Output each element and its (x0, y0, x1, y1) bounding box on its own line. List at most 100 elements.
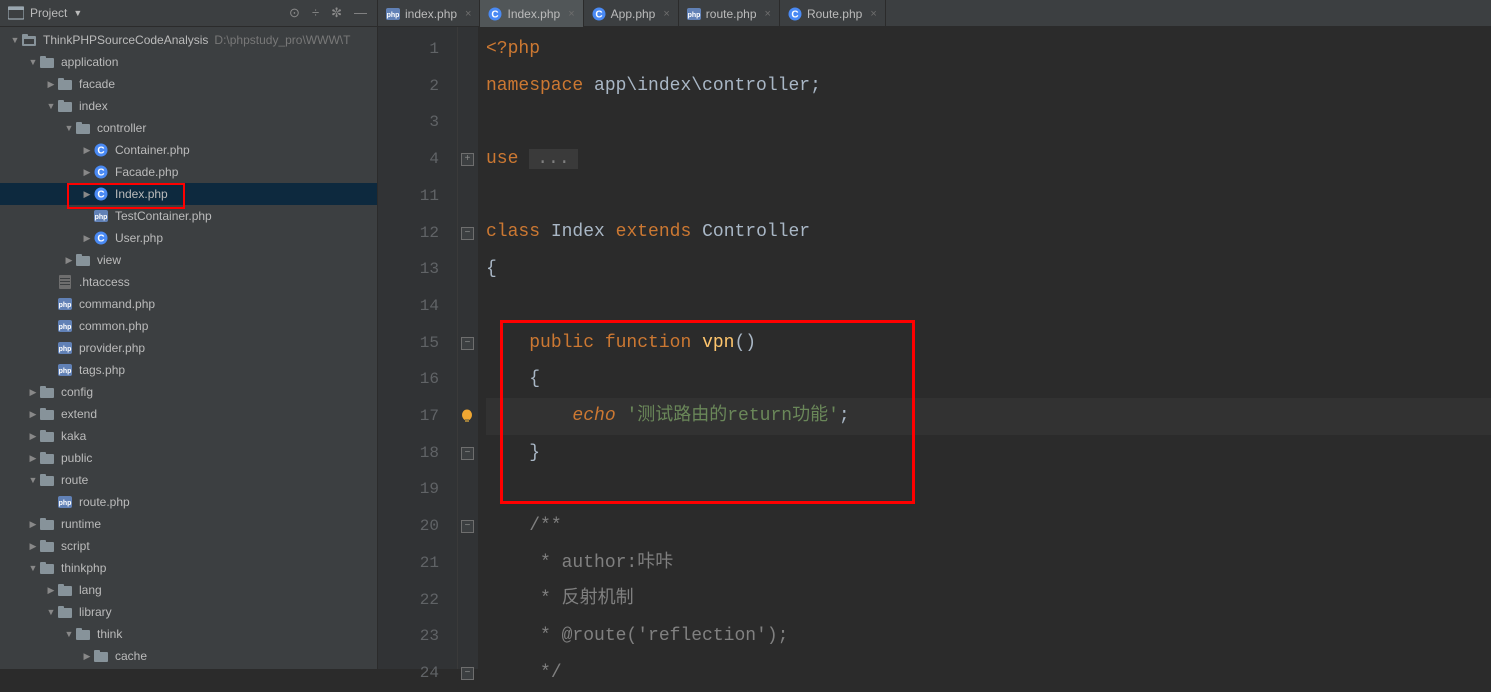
expand-arrow-icon[interactable] (80, 233, 94, 244)
project-tree[interactable]: ThinkPHPSourceCodeAnalysisD:\phpstudy_pr… (0, 27, 378, 669)
expand-arrow-icon[interactable] (26, 519, 40, 530)
fold-marker[interactable]: + (461, 153, 474, 166)
expand-arrow-icon[interactable] (62, 123, 76, 133)
code-line[interactable]: echo '测试路由的return功能'; (486, 398, 1491, 435)
expand-arrow-icon[interactable] (80, 651, 94, 662)
tree-item-command-php[interactable]: command.php (0, 293, 377, 315)
tab-Index-php[interactable]: Index.php× (480, 0, 583, 27)
code-line[interactable] (486, 288, 1491, 325)
close-icon[interactable]: × (663, 8, 669, 20)
expand-arrow-icon[interactable] (26, 431, 40, 442)
close-icon[interactable]: × (870, 8, 876, 20)
tree-item-label: config (61, 385, 93, 399)
code-line[interactable] (486, 471, 1491, 508)
tree-item-script[interactable]: script (0, 535, 377, 557)
tree-item-library[interactable]: library (0, 601, 377, 623)
code-line[interactable] (486, 104, 1491, 141)
tree-item-public[interactable]: public (0, 447, 377, 469)
expand-arrow-icon[interactable] (44, 607, 58, 617)
collapse-icon[interactable]: ÷ (312, 5, 319, 21)
project-tool-header[interactable]: Project ▼ ⊙ ÷ ✼ — (0, 0, 378, 27)
code-line[interactable]: { (486, 251, 1491, 288)
class-icon (788, 7, 802, 21)
tree-item-common-php[interactable]: common.php (0, 315, 377, 337)
expand-arrow-icon[interactable] (80, 145, 94, 156)
code-line[interactable]: * @route('reflection'); (486, 618, 1491, 655)
locate-icon[interactable]: ⊙ (289, 5, 300, 21)
fold-marker[interactable]: − (461, 337, 474, 350)
expand-arrow-icon[interactable] (26, 387, 40, 398)
tree-item-tags-php[interactable]: tags.php (0, 359, 377, 381)
tree-item-User-php[interactable]: User.php (0, 227, 377, 249)
code-area[interactable]: <?phpnamespace app\index\controller; use… (478, 27, 1491, 669)
tree-item-kaka[interactable]: kaka (0, 425, 377, 447)
tree-item-facade[interactable]: facade (0, 73, 377, 95)
expand-arrow-icon[interactable] (26, 57, 40, 67)
expand-arrow-icon[interactable] (62, 255, 76, 266)
tree-item-ThinkPHPSourceCodeAnalysis[interactable]: ThinkPHPSourceCodeAnalysisD:\phpstudy_pr… (0, 29, 377, 51)
code-line[interactable] (486, 178, 1491, 215)
tab-index-php[interactable]: index.php× (378, 0, 480, 27)
expand-arrow-icon[interactable] (44, 101, 58, 111)
tree-item-config[interactable]: config (0, 381, 377, 403)
gear-icon[interactable]: ✼ (331, 5, 342, 21)
close-icon[interactable]: × (465, 8, 471, 20)
tree-item-label: route.php (79, 495, 130, 509)
code-line[interactable]: */ (486, 655, 1491, 692)
expand-arrow-icon[interactable] (26, 409, 40, 420)
code-line[interactable]: namespace app\index\controller; (486, 68, 1491, 105)
tree-item-Container-php[interactable]: Container.php (0, 139, 377, 161)
close-icon[interactable]: × (765, 8, 771, 20)
expand-arrow-icon[interactable] (8, 35, 22, 45)
tree-item--htaccess[interactable]: .htaccess (0, 271, 377, 293)
expand-arrow-icon[interactable] (26, 541, 40, 552)
tree-item-runtime[interactable]: runtime (0, 513, 377, 535)
code-line[interactable]: class Index extends Controller (486, 214, 1491, 251)
tab-App-php[interactable]: App.php× (584, 0, 679, 27)
dir-icon (40, 385, 56, 399)
line-number: 11 (378, 178, 439, 215)
code-line[interactable]: * author:咔咔 (486, 545, 1491, 582)
fold-marker[interactable]: − (461, 447, 474, 460)
fold-marker[interactable]: − (461, 227, 474, 240)
tree-item-controller[interactable]: controller (0, 117, 377, 139)
tree-item-cache[interactable]: cache (0, 645, 377, 667)
tree-item-route-php[interactable]: route.php (0, 491, 377, 513)
expand-arrow-icon[interactable] (44, 79, 58, 90)
expand-arrow-icon[interactable] (44, 585, 58, 596)
fold-marker[interactable]: − (461, 520, 474, 533)
dir-icon (94, 649, 110, 663)
expand-arrow-icon[interactable] (80, 189, 94, 200)
code-editor[interactable]: 12341112131415161718192021222324 +−−−−− … (378, 27, 1491, 669)
expand-arrow-icon[interactable] (80, 167, 94, 178)
tree-item-lang[interactable]: lang (0, 579, 377, 601)
tree-item-index[interactable]: index (0, 95, 377, 117)
code-line[interactable]: } (486, 435, 1491, 472)
bulb-icon[interactable] (460, 409, 474, 423)
expand-arrow-icon[interactable] (26, 563, 40, 573)
expand-arrow-icon[interactable] (26, 453, 40, 464)
close-icon[interactable]: × (568, 8, 574, 20)
tree-item-Facade-php[interactable]: Facade.php (0, 161, 377, 183)
line-number: 21 (378, 545, 439, 582)
tree-item-route[interactable]: route (0, 469, 377, 491)
code-line[interactable]: /** (486, 508, 1491, 545)
code-line[interactable]: public function vpn() (486, 325, 1491, 362)
tab-route-php[interactable]: route.php× (679, 0, 780, 27)
tree-item-thinkphp[interactable]: thinkphp (0, 557, 377, 579)
code-line[interactable]: use ... (486, 141, 1491, 178)
expand-arrow-icon[interactable] (62, 629, 76, 639)
code-line[interactable]: * 反射机制 (486, 581, 1491, 618)
tree-item-Index-php[interactable]: Index.php (0, 183, 377, 205)
tree-item-application[interactable]: application (0, 51, 377, 73)
tree-item-provider-php[interactable]: provider.php (0, 337, 377, 359)
expand-arrow-icon[interactable] (26, 475, 40, 485)
code-line[interactable]: { (486, 361, 1491, 398)
tree-item-TestContainer-php[interactable]: TestContainer.php (0, 205, 377, 227)
minimize-icon[interactable]: — (354, 5, 367, 21)
tree-item-view[interactable]: view (0, 249, 377, 271)
tree-item-think[interactable]: think (0, 623, 377, 645)
tree-item-extend[interactable]: extend (0, 403, 377, 425)
tab-Route-php[interactable]: Route.php× (780, 0, 886, 27)
code-line[interactable]: <?php (486, 31, 1491, 68)
